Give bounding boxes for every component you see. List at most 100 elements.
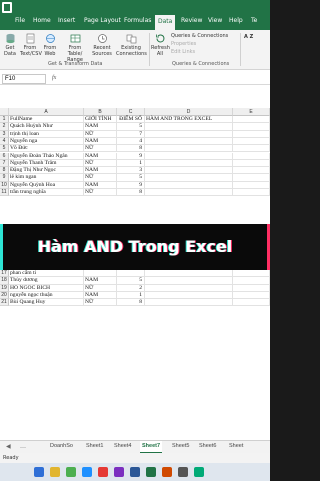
table-cell[interactable] [233, 277, 270, 285]
table-cell[interactable] [233, 291, 270, 300]
powerpoint-icon[interactable] [162, 467, 172, 477]
table-cell[interactable] [233, 299, 270, 307]
table-cell[interactable]: lê kim ngan [9, 174, 84, 182]
from-web-button[interactable]: From Web [42, 33, 58, 57]
column-header[interactable]: D [145, 108, 233, 116]
table-cell[interactable] [145, 145, 233, 153]
chrome-icon[interactable] [66, 467, 76, 477]
table-cell[interactable] [145, 270, 233, 278]
table-cell[interactable] [145, 174, 233, 182]
table-cell[interactable] [84, 270, 117, 278]
table-cell[interactable]: 8 [117, 189, 145, 197]
table-cell[interactable]: NỮ [84, 284, 117, 292]
table-cell[interactable]: 1 [117, 291, 145, 300]
tab-team[interactable]: Te [251, 17, 257, 24]
table-cell[interactable]: NAM [84, 277, 117, 285]
table-cell[interactable]: NAM [84, 123, 117, 131]
table-cell[interactable] [233, 123, 270, 131]
windows-start-icon[interactable] [34, 467, 44, 477]
table-cell[interactable]: Nguyễn Đoàn Thảo Ngân [9, 152, 84, 160]
table-cell[interactable] [145, 137, 233, 146]
table-cell[interactable]: 9 [117, 181, 145, 189]
file-explorer-icon[interactable] [50, 467, 60, 477]
table-cell[interactable] [233, 130, 270, 138]
row-header[interactable]: 5 [0, 145, 9, 153]
table-cell[interactable] [145, 181, 233, 189]
sheet-nav-prev-icon[interactable]: ◀ [6, 443, 11, 450]
from-text-button[interactable]: From Text/CSV [20, 33, 42, 57]
table-cell[interactable]: GIỚI TÍNH [84, 116, 117, 124]
table-cell[interactable]: Nguyễn nga [9, 137, 84, 146]
table-cell[interactable]: Đặng Thị Như Ngọc [9, 167, 84, 175]
table-cell[interactable] [145, 277, 233, 285]
word-icon[interactable] [130, 467, 140, 477]
column-header[interactable]: A [9, 108, 84, 116]
table-cell[interactable] [233, 152, 270, 160]
table-cell[interactable] [117, 270, 145, 278]
row-header[interactable]: 2 [0, 123, 9, 131]
tab-formulas[interactable]: Formulas [124, 17, 151, 24]
row-header[interactable]: 18 [0, 277, 9, 285]
visual-studio-icon[interactable] [114, 467, 124, 477]
select-all-corner[interactable] [0, 108, 9, 116]
tab-review[interactable]: Review [181, 17, 202, 24]
app-icon-red[interactable] [98, 467, 108, 477]
table-cell[interactable] [233, 167, 270, 175]
row-header[interactable]: 11 [0, 189, 9, 197]
table-cell[interactable]: NỮ [84, 174, 117, 182]
table-cell[interactable]: phan cẩm ti [9, 270, 84, 278]
app-icon-teal[interactable] [194, 467, 204, 477]
app-icon-gray[interactable] [178, 467, 188, 477]
name-box[interactable]: F10 [2, 74, 46, 84]
table-cell[interactable] [233, 270, 270, 278]
row-header[interactable]: 17 [0, 270, 9, 278]
table-cell[interactable]: 4 [117, 137, 145, 146]
table-cell[interactable]: NỮ [84, 145, 117, 153]
tab-file[interactable]: File [15, 17, 25, 24]
tab-data[interactable]: Data [155, 15, 176, 30]
table-cell[interactable]: 2 [117, 284, 145, 292]
row-header[interactable]: 3 [0, 130, 9, 138]
table-cell[interactable] [145, 291, 233, 300]
table-cell[interactable]: Võ Đức [9, 145, 84, 153]
table-cell[interactable] [145, 130, 233, 138]
excel-taskbar-icon[interactable] [146, 467, 156, 477]
sheet-nav-more-icon[interactable]: … [20, 443, 26, 450]
table-cell[interactable]: 1 [117, 159, 145, 168]
table-cell[interactable]: NỮ [84, 299, 117, 307]
sort-icon[interactable]: A Z [244, 34, 253, 40]
table-cell[interactable]: NỮ [84, 130, 117, 138]
row-header[interactable]: 9 [0, 174, 9, 182]
table-cell[interactable] [233, 116, 270, 124]
table-cell[interactable] [145, 299, 233, 307]
table-cell[interactable]: Quách Huỳnh Như [9, 123, 84, 131]
sheet-tab-sheet5[interactable]: Sheet5 [172, 443, 189, 449]
table-cell[interactable]: FullName [9, 116, 84, 124]
row-header[interactable]: 8 [0, 167, 9, 175]
table-cell[interactable]: NỮ [84, 189, 117, 197]
table-cell[interactable]: trịnh thị loan [9, 130, 84, 138]
sheet-tab-sheet[interactable]: Sheet [229, 443, 243, 449]
queries-connections-button[interactable]: Queries & Connections [171, 33, 228, 39]
table-cell[interactable]: 5 [117, 277, 145, 285]
sheet-tab-sheet6[interactable]: Sheet6 [199, 443, 216, 449]
column-header[interactable]: B [84, 108, 117, 116]
table-cell[interactable]: HO NGOC BICH [9, 284, 84, 292]
row-header[interactable]: 20 [0, 291, 9, 300]
table-cell[interactable] [233, 174, 270, 182]
table-cell[interactable] [233, 137, 270, 146]
tab-help[interactable]: Help [229, 17, 243, 24]
table-cell[interactable] [145, 189, 233, 197]
table-cell[interactable] [233, 284, 270, 292]
table-cell[interactable]: Thùy dương [9, 277, 84, 285]
column-header[interactable]: C [117, 108, 145, 116]
table-cell[interactable] [233, 159, 270, 168]
tab-insert[interactable]: Insert [58, 17, 75, 24]
table-cell[interactable] [233, 189, 270, 197]
table-cell[interactable]: 5 [117, 174, 145, 182]
table-cell[interactable]: 8 [117, 299, 145, 307]
table-cell[interactable] [145, 159, 233, 168]
table-cell[interactable]: Nguyễn Thanh Trâm [9, 159, 84, 168]
row-header[interactable]: 1 [0, 116, 9, 124]
row-header[interactable]: 21 [0, 299, 9, 307]
